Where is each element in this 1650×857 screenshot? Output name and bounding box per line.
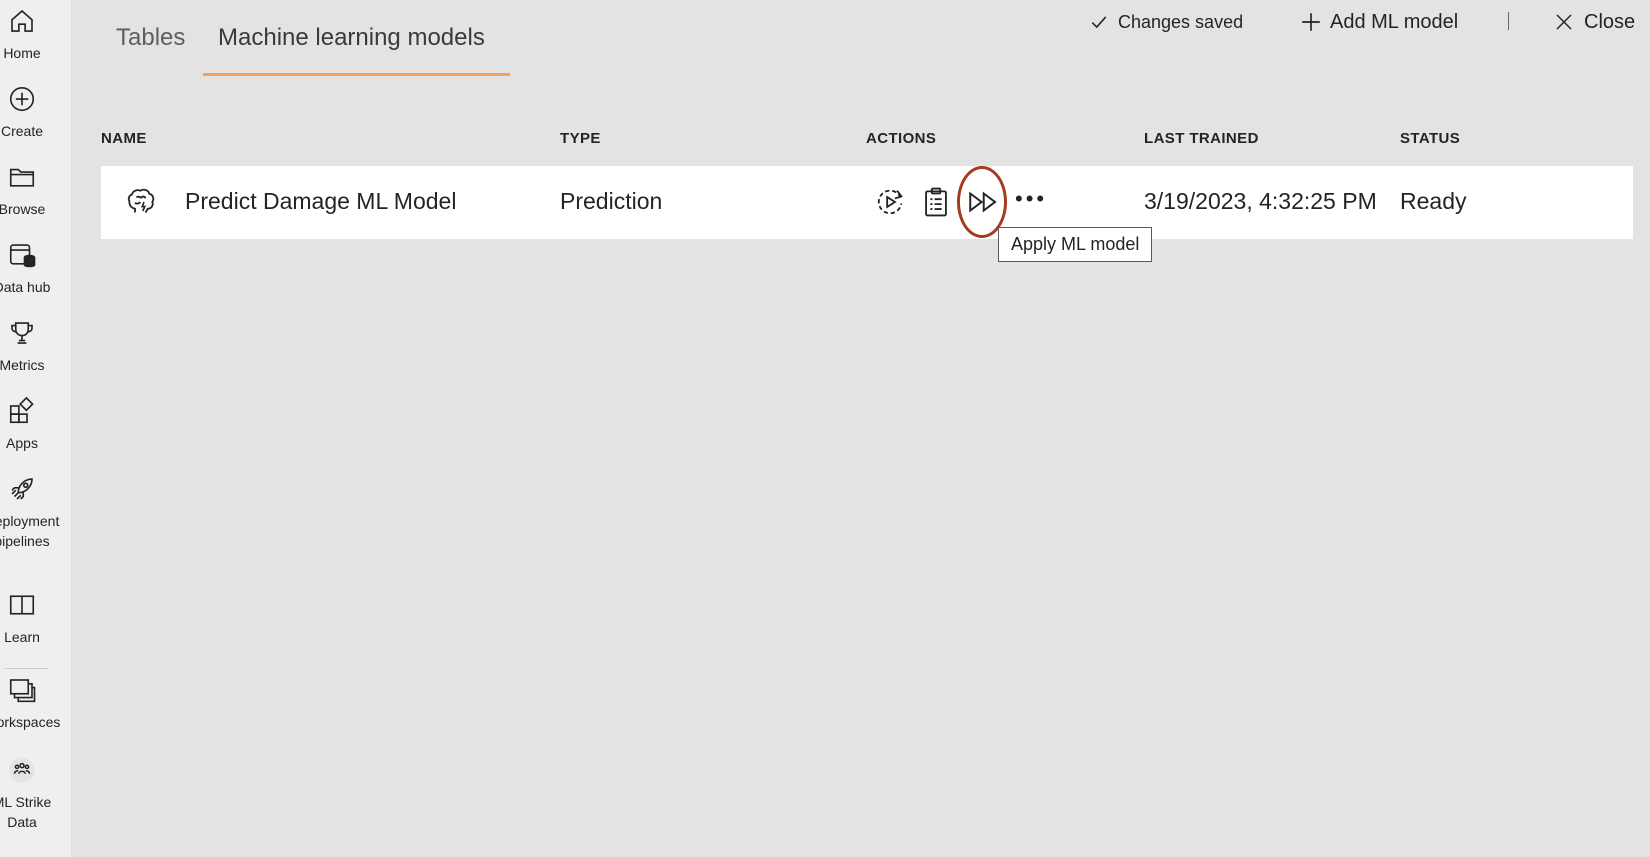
- sidebar-item-label: Browse: [0, 201, 46, 217]
- workspaces-icon: [6, 674, 38, 706]
- header-divider: [1508, 12, 1509, 30]
- learn-icon: [6, 589, 38, 621]
- left-nav: Home Create Browse Data hub Metrics: [0, 0, 72, 857]
- column-header-last-trained: LAST TRAINED: [1144, 130, 1259, 147]
- save-status: Changes saved: [1090, 10, 1243, 34]
- status-value: Ready: [1400, 188, 1467, 214]
- add-ml-model-label: Add ML model: [1330, 10, 1459, 33]
- tab-machine-learning-models[interactable]: Machine learning models: [218, 24, 485, 52]
- close-button[interactable]: Close: [1554, 8, 1635, 36]
- model-name[interactable]: Predict Damage ML Model: [185, 188, 456, 215]
- browse-icon: [6, 161, 38, 193]
- column-header-name: NAME: [101, 130, 147, 147]
- nav-divider: [4, 668, 48, 669]
- sidebar-item-label: Apps: [6, 435, 38, 451]
- column-header-status: STATUS: [1400, 130, 1461, 147]
- model-type: Prediction: [560, 188, 663, 214]
- add-ml-model-button[interactable]: Add ML model: [1300, 8, 1458, 36]
- ml-model-brain-icon: [123, 184, 159, 220]
- column-header-type: TYPE: [560, 130, 601, 147]
- last-trained-value: 3/19/2023, 4:32:25 PM: [1144, 188, 1377, 214]
- save-status-text: Changes saved: [1118, 11, 1244, 32]
- apps-icon: [6, 395, 38, 427]
- close-label: Close: [1584, 10, 1636, 33]
- plus-icon: [1302, 13, 1320, 31]
- sidebar-item-label: Deployment pipelines: [0, 513, 60, 549]
- sidebar-item-label: Create: [0, 123, 44, 139]
- checkmark-icon: [1091, 16, 1107, 29]
- column-header-actions: ACTIONS: [866, 130, 937, 147]
- training-report-icon: [925, 187, 947, 217]
- train-icon: [877, 189, 903, 215]
- tooltip: Apply ML model: [998, 227, 1153, 262]
- view-training-report-button[interactable]: [916, 182, 956, 222]
- sidebar-item-label: Home: [3, 45, 41, 61]
- active-tab-indicator: [203, 73, 510, 76]
- tab-tables[interactable]: Tables: [116, 24, 185, 52]
- app-root: Home Create Browse Data hub Metrics: [0, 0, 1650, 857]
- close-icon: [1556, 14, 1572, 30]
- sidebar-item-label: Workspaces: [0, 714, 61, 730]
- sidebar-item-label: Learn: [4, 629, 40, 645]
- sidebar-item-label: Metrics: [0, 357, 45, 373]
- workspace-icon: [6, 754, 38, 786]
- home-icon: [6, 5, 38, 37]
- data-hub-icon: [6, 239, 38, 271]
- sidebar-item-label: Data hub: [0, 279, 51, 295]
- create-icon: [6, 83, 38, 115]
- deployment-pipelines-icon: [6, 473, 38, 505]
- sidebar-item-label: ML Strike Data: [0, 794, 52, 830]
- train-model-button[interactable]: [870, 182, 910, 222]
- table-row[interactable]: Predict Damage ML Model Prediction ••• 3…: [101, 166, 1633, 239]
- metrics-icon: [6, 317, 38, 349]
- more-options-icon[interactable]: •••: [1015, 188, 1047, 210]
